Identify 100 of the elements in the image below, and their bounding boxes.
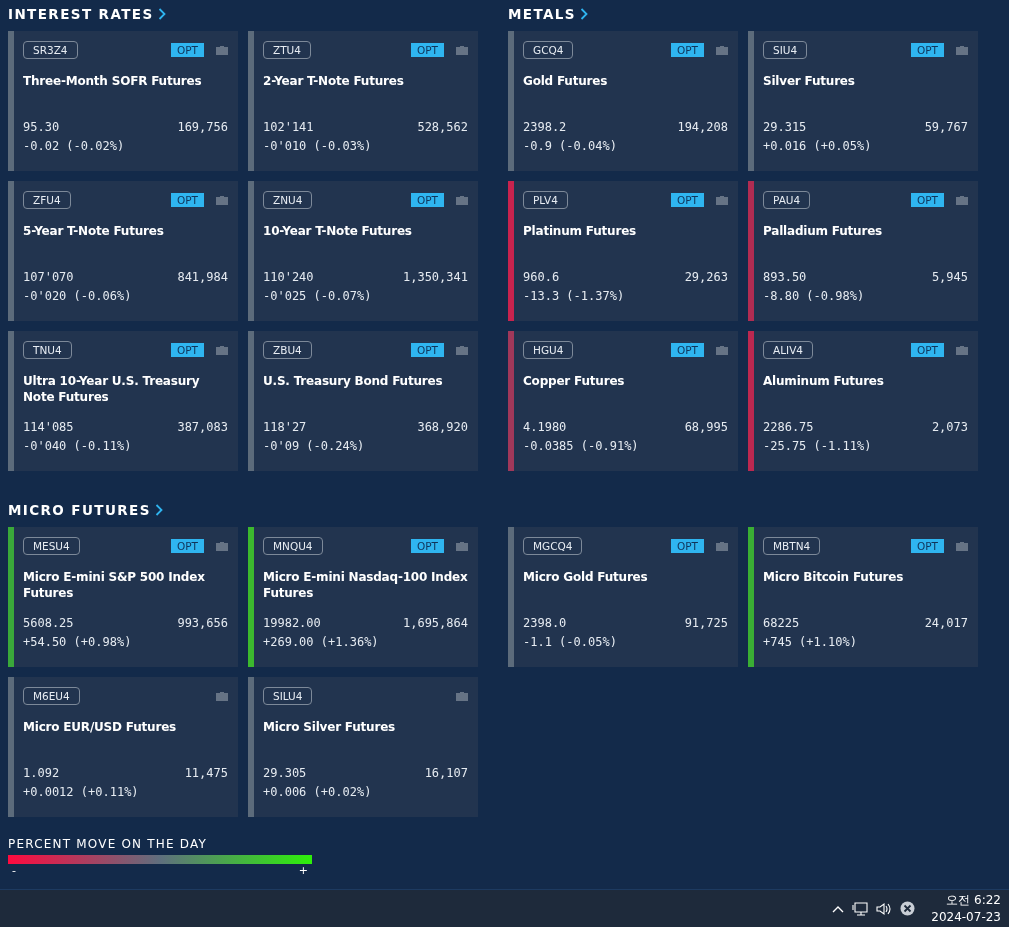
section-title[interactable]: MICRO FUTURES	[8, 502, 151, 518]
futures-card[interactable]: ZFU4 OPT 5-Year T-Note Futures 107'070 841,984 -0'020 (-0.06%)	[8, 181, 238, 321]
options-badge[interactable]: OPT	[171, 193, 204, 207]
ticker-tag: SILU4	[263, 687, 313, 705]
contract-name: Micro Bitcoin Futures	[763, 569, 905, 586]
futures-card[interactable]: M6EU4 Micro EUR/USD Futures 1.092 11,475 +0.0012 (+0.11%)	[8, 677, 238, 817]
change-text: +0.016 (+0.05%)	[763, 138, 872, 155]
section-title[interactable]: INTEREST RATES	[8, 6, 154, 22]
ticker-tag: MBTN4	[763, 537, 821, 555]
briefcase-icon[interactable]	[716, 345, 728, 355]
ticker-tag: MNQU4	[263, 537, 323, 555]
price-text: 29.315	[763, 119, 807, 136]
futures-card[interactable]: PLV4 OPT Platinum Futures 960.6 29,263 -13.3 (-1.37%)	[508, 181, 738, 321]
futures-card[interactable]: PAU4 OPT Palladium Futures 893.50 5,945 -8.80 (-0.98%)	[748, 181, 978, 321]
futures-card[interactable]: ZBU4 OPT U.S. Treasury Bond Futures 118'27 368,920 -0'09 (-0.24%)	[248, 331, 478, 471]
contract-name: Ultra 10-Year U.S. Treasury Note Futures	[23, 373, 201, 406]
options-badge[interactable]: OPT	[671, 539, 704, 553]
change-text: +0.006 (+0.02%)	[263, 784, 372, 801]
briefcase-icon[interactable]	[456, 345, 468, 355]
options-badge[interactable]: OPT	[171, 43, 204, 57]
futures-card[interactable]: TNU4 OPT Ultra 10-Year U.S. Treasury Note Futures 114'085 387,083 -0'040 (-0.11%)	[8, 331, 238, 471]
futures-card[interactable]: MNQU4 OPT Micro E-mini Nasdaq-100 Index Futures 19982.00 1,695,864 +269.00 (+1.36%)	[248, 527, 478, 667]
options-badge[interactable]: OPT	[411, 539, 444, 553]
briefcase-icon[interactable]	[216, 345, 228, 355]
contract-name: U.S. Treasury Bond Futures	[263, 373, 444, 390]
volume-text: 24,017	[924, 615, 968, 632]
volume-text: 2,073	[931, 419, 968, 436]
change-text: +54.50 (+0.98%)	[23, 634, 132, 651]
volume-text: 29,263	[684, 269, 728, 286]
futures-card[interactable]: ZNU4 OPT 10-Year T-Note Futures 110'240 1,350,341 -0'025 (-0.07%)	[248, 181, 478, 321]
contract-name: Gold Futures	[523, 73, 609, 90]
options-badge[interactable]: OPT	[671, 193, 704, 207]
ticker-tag: MGCQ4	[523, 537, 583, 555]
volume-text: 387,083	[177, 419, 228, 436]
options-badge[interactable]: OPT	[411, 343, 444, 357]
options-badge[interactable]: OPT	[411, 43, 444, 57]
volume-text: 91,725	[684, 615, 728, 632]
briefcase-icon[interactable]	[956, 195, 968, 205]
clock-date[interactable]: 2024-07-23	[931, 908, 1001, 926]
minus-label: -	[12, 864, 16, 877]
contract-name: Micro Gold Futures	[523, 569, 649, 586]
volume-text: 11,475	[184, 765, 228, 782]
options-badge[interactable]: OPT	[671, 43, 704, 57]
futures-card[interactable]: MGCQ4 OPT Micro Gold Futures 2398.0 91,725 -1.1 (-0.05%)	[508, 527, 738, 667]
futures-card[interactable]: SR3Z4 OPT Three-Month SOFR Futures 95.30 169,756 -0.02 (-0.02%)	[8, 31, 238, 171]
contract-name: Micro Silver Futures	[263, 719, 397, 736]
briefcase-icon[interactable]	[716, 195, 728, 205]
section-title[interactable]: METALS	[508, 6, 576, 22]
briefcase-icon[interactable]	[456, 691, 468, 701]
chevron-right-icon[interactable]	[580, 8, 588, 20]
briefcase-icon[interactable]	[956, 45, 968, 55]
briefcase-icon[interactable]	[456, 541, 468, 551]
volume-text: 1,695,864	[402, 615, 468, 632]
volume-text: 993,656	[177, 615, 228, 632]
options-badge[interactable]: OPT	[911, 193, 944, 207]
briefcase-icon[interactable]	[216, 691, 228, 701]
close-circle-icon[interactable]	[900, 901, 916, 916]
clock-time[interactable]: 오전 6:22	[946, 891, 1001, 909]
ticker-tag: TNU4	[23, 341, 72, 359]
change-text: -0.9 (-0.04%)	[523, 138, 617, 155]
chevron-right-icon[interactable]	[154, 504, 163, 516]
briefcase-icon[interactable]	[456, 45, 468, 55]
briefcase-icon[interactable]	[456, 195, 468, 205]
ticker-tag: M6EU4	[23, 687, 80, 705]
briefcase-icon[interactable]	[716, 541, 728, 551]
options-badge[interactable]: OPT	[911, 43, 944, 57]
briefcase-icon[interactable]	[956, 345, 968, 355]
futures-card[interactable]: MESU4 OPT Micro E-mini S&P 500 Index Futures 5608.25 993,656 +54.50 (+0.98%)	[8, 527, 238, 667]
price-text: 68225	[763, 615, 800, 632]
briefcase-icon[interactable]	[216, 45, 228, 55]
options-badge[interactable]: OPT	[911, 343, 944, 357]
futures-card[interactable]: SILU4 Micro Silver Futures 29.305 16,107 +0.006 (+0.02%)	[248, 677, 478, 817]
briefcase-icon[interactable]	[956, 541, 968, 551]
futures-card[interactable]: ZTU4 OPT 2-Year T-Note Futures 102'141 528,562 -0'010 (-0.03%)	[248, 31, 478, 171]
price-text: 118'27	[263, 419, 307, 436]
futures-card[interactable]: MBTN4 OPT Micro Bitcoin Futures 68225 24,017 +745 (+1.10%)	[748, 527, 978, 667]
ticker-tag: PLV4	[523, 191, 568, 209]
futures-card[interactable]: SIU4 OPT Silver Futures 29.315 59,767 +0.016 (+0.05%)	[748, 31, 978, 171]
futures-card[interactable]: HGU4 OPT Copper Futures 4.1980 68,995 -0.0385 (-0.91%)	[508, 331, 738, 471]
speaker-icon[interactable]	[876, 901, 893, 916]
options-badge[interactable]: OPT	[411, 193, 444, 207]
price-text: 4.1980	[523, 419, 567, 436]
chevron-up-icon[interactable]	[832, 904, 845, 913]
futures-card[interactable]: GCQ4 OPT Gold Futures 2398.2 194,208 -0.9 (-0.04%)	[508, 31, 738, 171]
network-monitor-icon[interactable]	[852, 901, 869, 916]
change-text: -0'020 (-0.06%)	[23, 288, 132, 305]
briefcase-icon[interactable]	[216, 541, 228, 551]
options-badge[interactable]: OPT	[171, 343, 204, 357]
futures-card[interactable]: ALIV4 OPT Aluminum Futures 2286.75 2,073 -25.75 (-1.11%)	[748, 331, 978, 471]
options-badge[interactable]: OPT	[671, 343, 704, 357]
briefcase-icon[interactable]	[216, 195, 228, 205]
options-badge[interactable]: OPT	[171, 539, 204, 553]
price-text: 2286.75	[763, 419, 814, 436]
contract-name: Copper Futures	[523, 373, 626, 390]
change-text: +269.00 (+1.36%)	[263, 634, 379, 651]
options-badge[interactable]: OPT	[911, 539, 944, 553]
ticker-tag: ZFU4	[23, 191, 71, 209]
chevron-right-icon[interactable]	[157, 8, 166, 20]
change-text: -0'025 (-0.07%)	[263, 288, 372, 305]
briefcase-icon[interactable]	[716, 45, 728, 55]
